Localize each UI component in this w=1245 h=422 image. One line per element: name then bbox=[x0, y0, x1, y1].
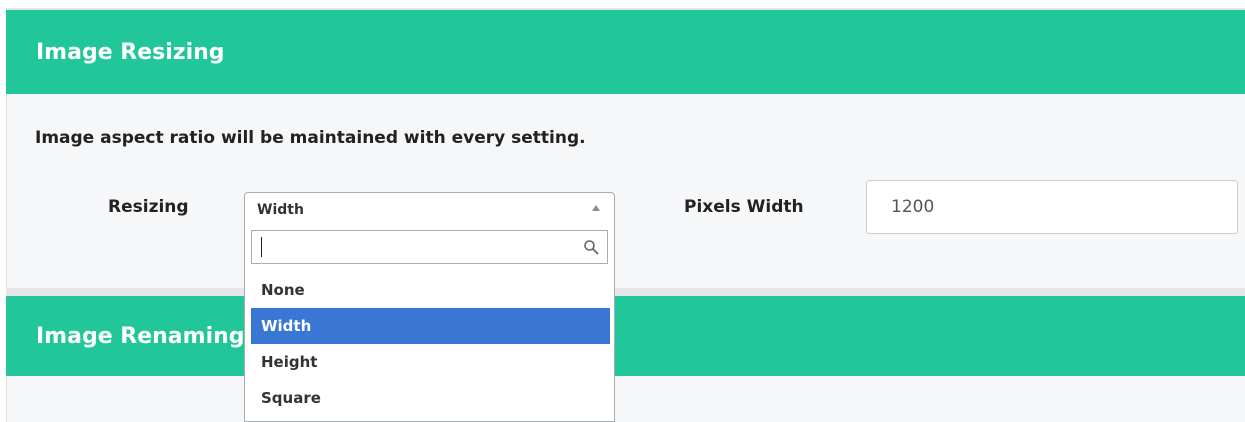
image-resizing-header: Image Resizing bbox=[6, 10, 1245, 94]
search-icon bbox=[584, 240, 599, 255]
option-width[interactable]: Width bbox=[251, 308, 610, 344]
resizing-select-value: Width bbox=[257, 202, 304, 218]
image-renaming-header: Image Renaming bbox=[6, 296, 1245, 376]
caret-up-icon bbox=[592, 205, 600, 211]
option-height[interactable]: Height bbox=[251, 344, 610, 380]
dropdown-search bbox=[251, 230, 608, 264]
resizing-label: Resizing bbox=[108, 197, 189, 217]
dropdown-search-input[interactable] bbox=[252, 231, 572, 263]
image-renaming-title: Image Renaming bbox=[36, 323, 245, 349]
image-resizing-title: Image Resizing bbox=[36, 39, 225, 65]
pixels-width-label: Pixels Width bbox=[684, 197, 804, 217]
dropdown-options: None Width Height Square bbox=[251, 272, 610, 416]
aspect-ratio-note: Image aspect ratio will be maintained wi… bbox=[35, 128, 586, 148]
pixels-width-input[interactable] bbox=[866, 180, 1238, 234]
text-cursor bbox=[261, 237, 262, 257]
resizing-select[interactable]: Width bbox=[244, 192, 615, 227]
option-square[interactable]: Square bbox=[251, 380, 610, 416]
page: Image Resizing Image aspect ratio will b… bbox=[0, 0, 1245, 422]
resizing-dropdown: None Width Height Square bbox=[244, 226, 615, 422]
option-none[interactable]: None bbox=[251, 272, 610, 308]
panel-divider bbox=[6, 288, 1245, 296]
image-renaming-body bbox=[6, 376, 1245, 422]
